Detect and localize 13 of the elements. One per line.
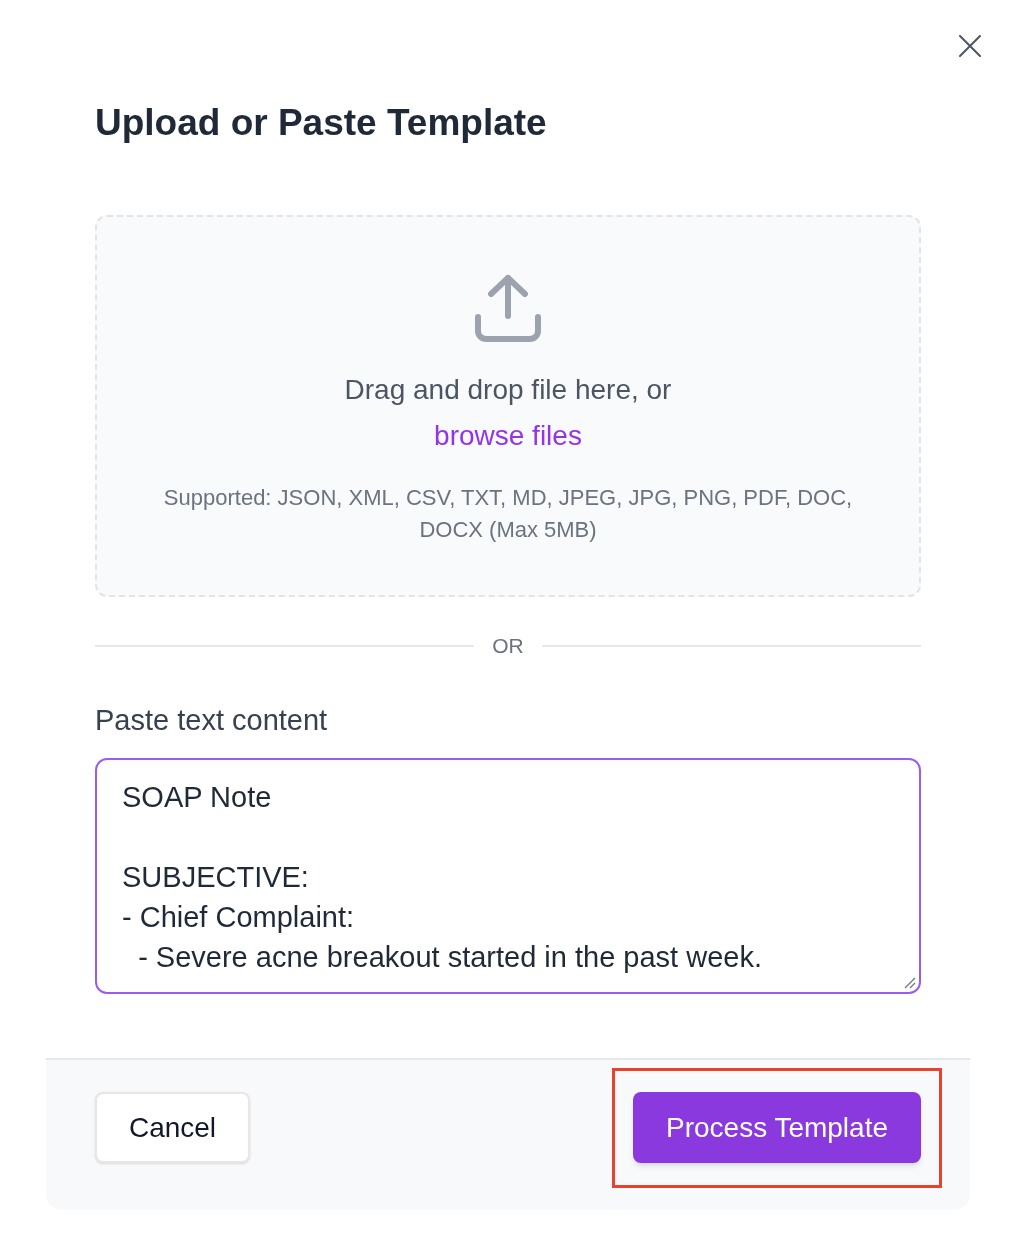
cancel-button[interactable]: Cancel — [95, 1092, 250, 1163]
file-dropzone[interactable]: Drag and drop file here, or browse files Supported: JSON, XML, CSV, TXT, MD, JPEG, JPG, PNG, PDF, DOC, DOCX (Max 5MB) — [95, 215, 921, 597]
supported-formats-text: Supported: JSON, XML, CSV, TXT, MD, JPEG, JPG, PNG, PDF, DOC, DOCX (Max 5MB) — [162, 484, 854, 544]
paste-text-field[interactable]: SOAP Note SUBJECTIVE: - Chief Complaint: - Severe acne breakout started in the past week. — [95, 758, 921, 994]
close-icon — [959, 35, 981, 57]
or-divider-label: OR — [492, 634, 524, 658]
dialog-title: Upload or Paste Template — [95, 101, 547, 145]
upload-icon — [473, 273, 543, 343]
resize-handle-icon[interactable] — [904, 977, 916, 989]
drop-prompt: Drag and drop file here, or — [344, 373, 672, 407]
browse-files-link[interactable]: browse files — [434, 418, 582, 454]
paste-field-label: Paste text content — [95, 703, 328, 738]
process-button[interactable]: Process Template — [633, 1092, 921, 1163]
